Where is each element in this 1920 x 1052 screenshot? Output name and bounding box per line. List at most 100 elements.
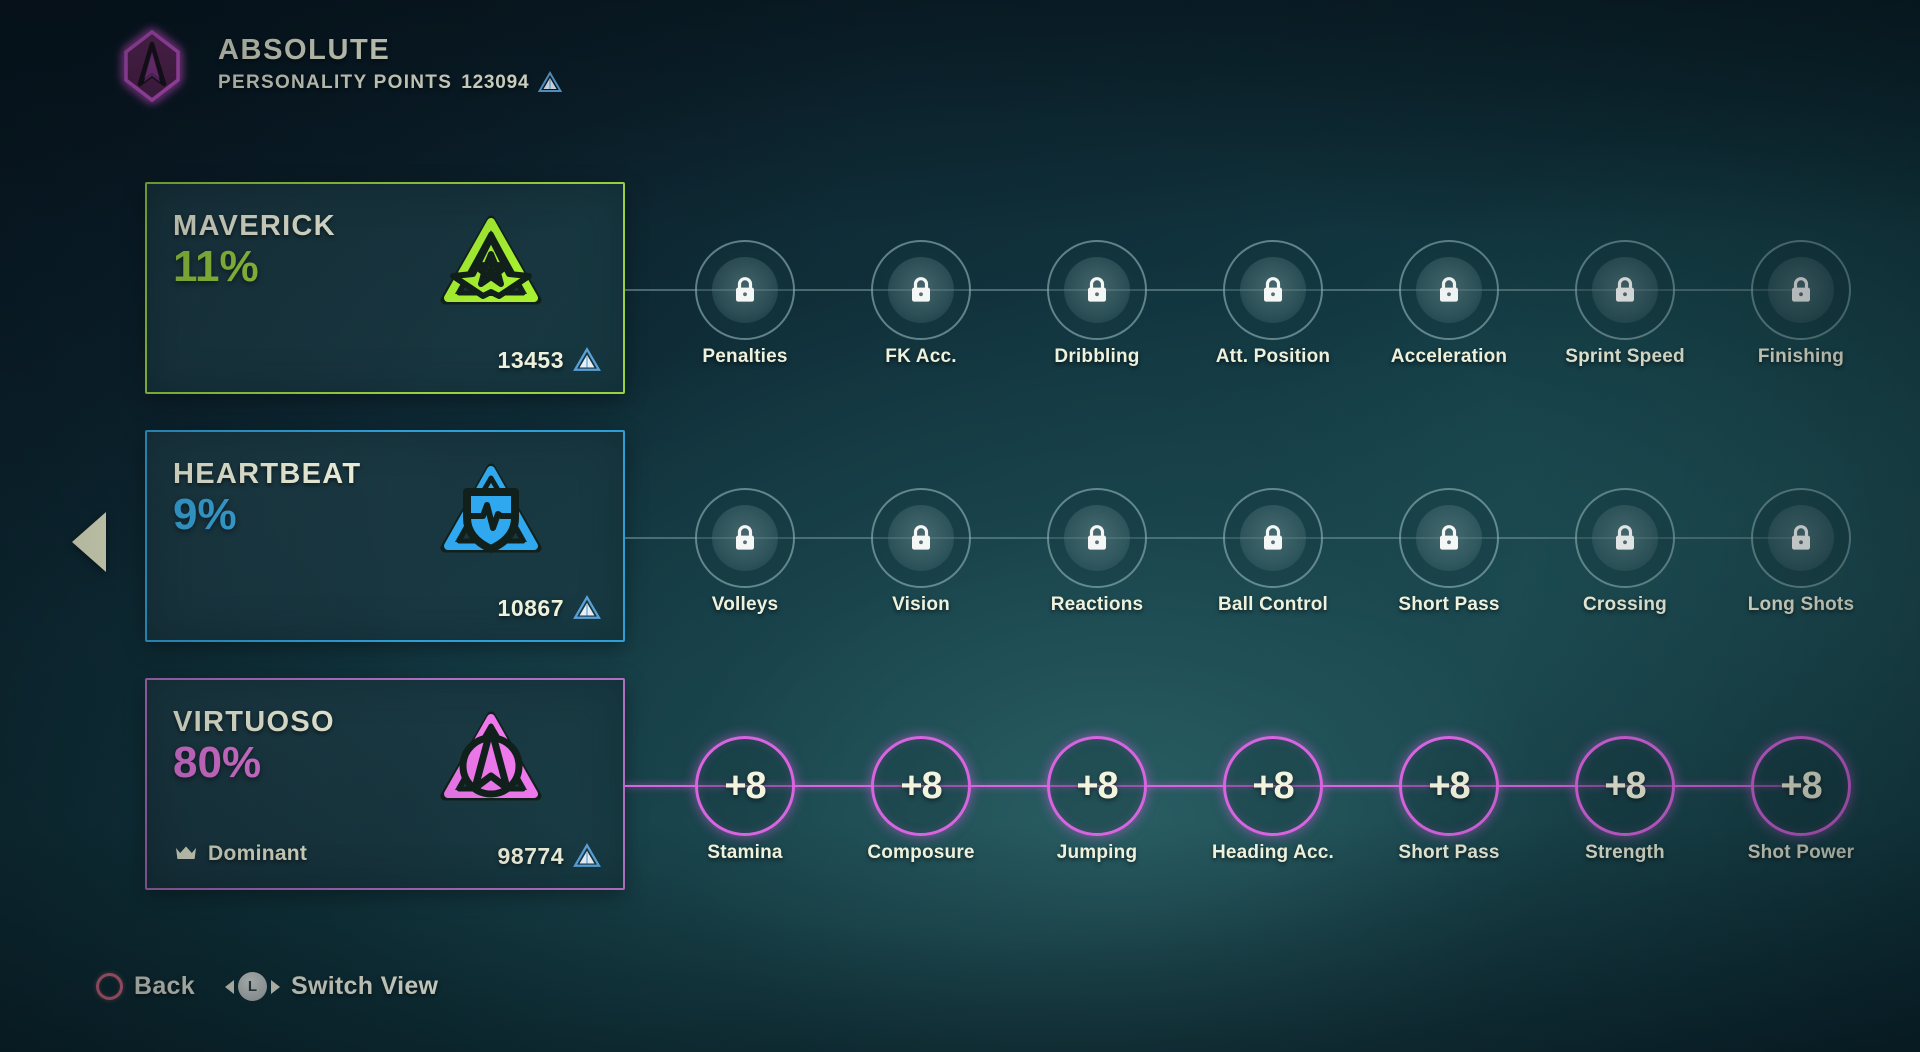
attribute-node-value: +8: [1428, 764, 1470, 807]
attribute-node-circle[interactable]: [1047, 488, 1147, 588]
footer-hints: Back L Switch View: [96, 972, 438, 1001]
lock-icon: [1260, 275, 1286, 305]
attribute-node-circle[interactable]: +8: [695, 736, 795, 836]
attribute-node-value: +8: [1076, 764, 1118, 807]
archetype-card-maverick[interactable]: MAVERICK 11% 13453: [145, 182, 625, 394]
attribute-node-label: Shot Power: [1747, 842, 1855, 863]
attribute-node[interactable]: Reactions: [1047, 488, 1147, 615]
lock-icon: [1084, 523, 1110, 553]
attribute-node[interactable]: Ball Control: [1218, 488, 1328, 615]
attribute-node-circle[interactable]: +8: [1575, 736, 1675, 836]
triangle-right-icon: [270, 979, 280, 994]
lock-icon: [732, 275, 758, 305]
attribute-node-circle[interactable]: +8: [1399, 736, 1499, 836]
virtuoso-triangle-emblem-icon: [437, 704, 545, 812]
attribute-node[interactable]: FK Acc.: [871, 240, 971, 367]
attribute-node[interactable]: Finishing: [1751, 240, 1851, 367]
archetype-card-heartbeat[interactable]: HEARTBEAT 9% 10867: [145, 430, 625, 642]
attribute-node[interactable]: Crossing: [1575, 488, 1675, 615]
attribute-node[interactable]: Vision: [871, 488, 971, 615]
lock-icon: [1612, 275, 1638, 305]
circle-button-icon: [96, 973, 123, 1000]
lock-icon: [1612, 523, 1638, 553]
header: ABSOLUTE PERSONALITY POINTS 123094: [108, 22, 563, 110]
attribute-node-circle[interactable]: [1223, 488, 1323, 588]
dominant-badge: Dominant: [174, 842, 307, 866]
lock-icon: [732, 523, 758, 553]
attribute-node-value: +8: [724, 764, 766, 807]
attribute-node-circle[interactable]: [695, 488, 795, 588]
attribute-node-label: Volleys: [711, 594, 779, 615]
attribute-node-circle[interactable]: [1399, 488, 1499, 588]
maverick-star-emblem-icon: [437, 208, 545, 316]
attribute-node-label: Short Pass: [1398, 842, 1500, 863]
attribute-node-circle[interactable]: +8: [1223, 736, 1323, 836]
attribute-node-circle[interactable]: [871, 240, 971, 340]
heartbeat-shield-emblem-icon: [437, 456, 545, 564]
attribute-node-circle[interactable]: [1575, 488, 1675, 588]
switch-view-key-group: L: [224, 972, 280, 1001]
attribute-node-label: FK Acc.: [885, 346, 957, 367]
attribute-node-label: Att. Position: [1215, 346, 1331, 367]
attribute-node-circle[interactable]: [1223, 240, 1323, 340]
l-bumper-icon: L: [237, 972, 267, 1001]
personality-points-triangle-icon: [573, 595, 601, 622]
attribute-node[interactable]: +8 Composure: [867, 736, 974, 863]
back-label: Back: [134, 972, 195, 1000]
triangle-left-icon: [224, 979, 234, 994]
left-arrow-icon[interactable]: [72, 512, 106, 572]
attribute-node-label: Acceleration: [1390, 346, 1508, 367]
attribute-node-circle[interactable]: +8: [1751, 736, 1851, 836]
attribute-node[interactable]: Penalties: [695, 240, 795, 367]
attribute-node-value: +8: [1780, 764, 1822, 807]
attribute-node[interactable]: Acceleration: [1391, 240, 1507, 367]
attribute-node[interactable]: +8 Stamina: [695, 736, 795, 863]
archetype-card-virtuoso[interactable]: VIRTUOSO 80% Dominant 98774: [145, 678, 625, 890]
attribute-node-circle[interactable]: [695, 240, 795, 340]
attribute-node-circle[interactable]: +8: [1047, 736, 1147, 836]
attribute-node-label: Strength: [1585, 842, 1665, 863]
attribute-node-circle[interactable]: [871, 488, 971, 588]
attribute-node[interactable]: Dribbling: [1047, 240, 1147, 367]
attribute-node-circle[interactable]: [1575, 240, 1675, 340]
attribute-node-label: Ball Control: [1217, 594, 1329, 615]
personality-points-value: 123094: [461, 71, 530, 93]
attribute-node-circle[interactable]: [1399, 240, 1499, 340]
attribute-node-label: Long Shots: [1747, 594, 1855, 615]
attribute-node[interactable]: Volleys: [695, 488, 795, 615]
attribute-node-label: Vision: [892, 594, 950, 615]
attribute-node-label: Jumping: [1056, 842, 1138, 863]
attribute-node[interactable]: Att. Position: [1216, 240, 1330, 367]
attribute-node[interactable]: Short Pass: [1398, 488, 1499, 615]
archetype-points-value: 98774: [497, 843, 564, 869]
attribute-node[interactable]: +8 Jumping: [1047, 736, 1147, 863]
attribute-node[interactable]: Sprint Speed: [1565, 240, 1685, 367]
lock-icon: [1436, 275, 1462, 305]
personality-points-label: PERSONALITY POINTS: [218, 71, 453, 93]
attribute-node[interactable]: +8 Heading Acc.: [1212, 736, 1334, 863]
attribute-node-circle[interactable]: +8: [871, 736, 971, 836]
attribute-node-label: Composure: [867, 842, 975, 863]
attribute-node[interactable]: +8 Short Pass: [1398, 736, 1499, 863]
back-button[interactable]: Back: [96, 972, 195, 1001]
attribute-node-circle[interactable]: [1047, 240, 1147, 340]
attribute-node-label: Penalties: [702, 346, 788, 367]
attribute-node[interactable]: +8 Strength: [1575, 736, 1675, 863]
attribute-row-3: +8 Stamina +8 Composure +8 Jumping +8 Heading A…: [625, 736, 1920, 863]
attribute-row-1: Penalties FK Acc. Dribbling Att. Position Ac…: [625, 240, 1920, 367]
personality-points-triangle-icon: [538, 70, 563, 95]
attribute-node[interactable]: Long Shots: [1748, 488, 1854, 615]
archetype-points: 98774: [498, 843, 601, 870]
attribute-node-circle[interactable]: [1751, 240, 1851, 340]
attribute-node-label: Stamina: [707, 842, 783, 863]
attribute-node[interactable]: +8 Shot Power: [1748, 736, 1854, 863]
lock-icon: [908, 523, 934, 553]
switch-view-button[interactable]: L Switch View: [224, 972, 439, 1001]
attribute-node-circle[interactable]: [1751, 488, 1851, 588]
personality-points-triangle-icon: [573, 347, 601, 374]
switch-view-label: Switch View: [290, 972, 439, 1000]
dominant-label: Dominant: [208, 842, 308, 865]
attribute-node-label: Dribbling: [1054, 346, 1140, 367]
absolute-playstyle-diamond-icon: [108, 22, 196, 110]
lock-icon: [1084, 275, 1110, 305]
